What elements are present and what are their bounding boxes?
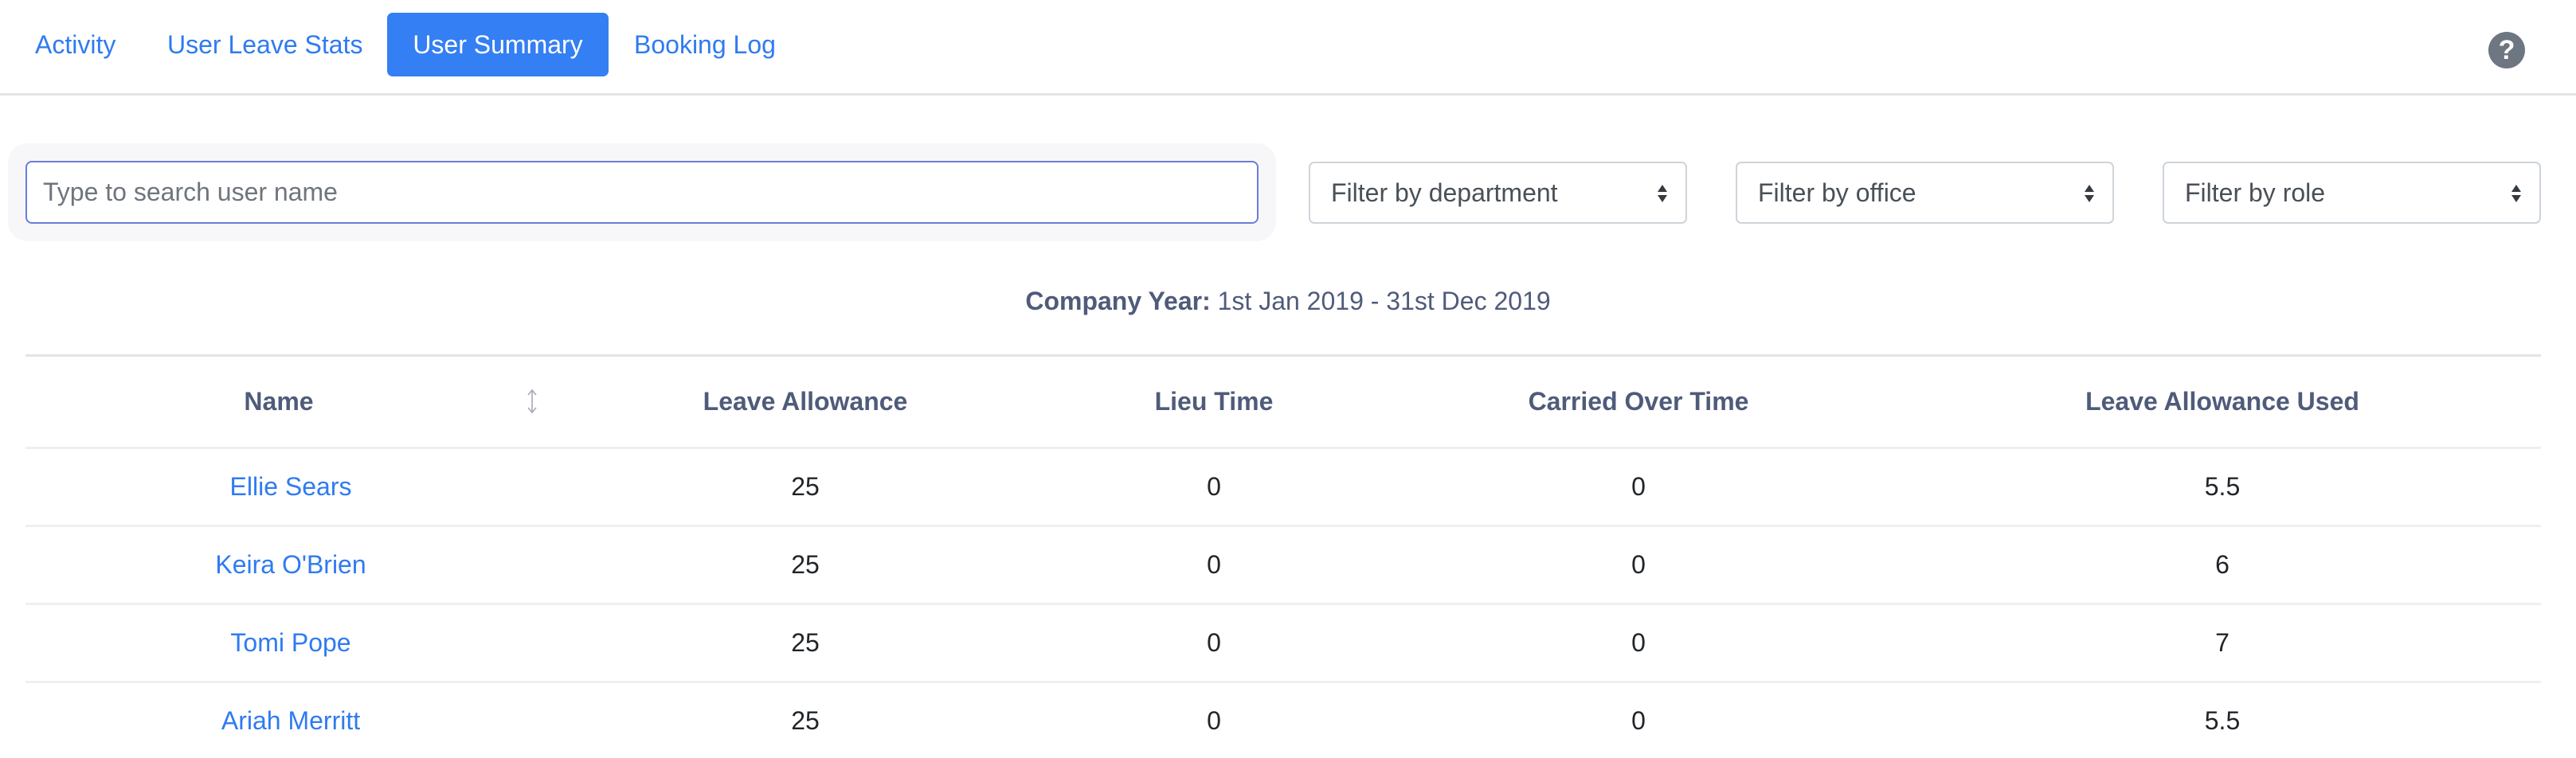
table-row: Ellie Sears 25 0 0 5.5 [25, 449, 2541, 527]
tab-booking-log[interactable]: Booking Log [634, 13, 776, 76]
user-name-link[interactable]: Tomi Pope [230, 605, 350, 681]
header-leave-allowance: Leave Allowance [703, 387, 908, 416]
department-filter-select[interactable]: Filter by department [1309, 162, 1687, 224]
company-year-label: Company Year: [1025, 287, 1211, 315]
leave-allowance-used-cell: 7 [2215, 628, 2230, 657]
role-filter-select[interactable]: Filter by role [2163, 162, 2541, 224]
top-nav: Activity User Leave Stats User Summary B… [0, 0, 2576, 96]
leave-allowance-cell: 25 [791, 550, 820, 579]
office-filter-label: Filter by office [1758, 178, 1916, 207]
company-year: Company Year: 1st Jan 2019 - 31st Dec 20… [0, 287, 2576, 316]
help-icon[interactable]: ? [2488, 32, 2525, 68]
role-filter-label: Filter by role [2185, 178, 2326, 207]
lieu-time-cell: 0 [1207, 706, 1221, 735]
select-arrows-icon [2511, 184, 2522, 203]
tab-activity[interactable]: Activity [35, 13, 115, 76]
leave-allowance-used-cell: 5.5 [2204, 706, 2241, 735]
leave-allowance-used-cell: 5.5 [2204, 472, 2241, 501]
select-arrows-icon [2084, 184, 2095, 203]
user-summary-page: Activity User Leave Stats User Summary B… [0, 0, 2576, 758]
search-input[interactable] [27, 162, 1257, 222]
leave-allowance-cell: 25 [791, 472, 820, 501]
select-arrows-icon [1657, 184, 1668, 203]
company-year-value: 1st Jan 2019 - 31st Dec 2019 [1217, 287, 1551, 315]
leave-allowance-cell: 25 [791, 706, 820, 735]
lieu-time-cell: 0 [1207, 628, 1221, 657]
carried-over-time-cell: 0 [1631, 628, 1646, 657]
department-filter-label: Filter by department [1331, 178, 1558, 207]
carried-over-time-cell: 0 [1631, 706, 1646, 735]
user-summary-table: Name Leave Allowance Lieu Time Carried O… [25, 354, 2541, 758]
search-field [25, 161, 1259, 224]
table-row: Tomi Pope 25 0 0 7 [25, 605, 2541, 683]
carried-over-time-cell: 0 [1631, 550, 1646, 579]
table-row: Keira O'Brien 25 0 0 6 [25, 527, 2541, 605]
leave-allowance-used-cell: 6 [2215, 550, 2230, 579]
table-row: Ariah Merritt 25 0 0 5.5 [25, 683, 2541, 758]
lieu-time-cell: 0 [1207, 472, 1221, 501]
carried-over-time-cell: 0 [1631, 472, 1646, 501]
header-carried-over-time: Carried Over Time [1528, 387, 1749, 416]
tab-user-summary[interactable]: User Summary [387, 13, 609, 76]
table-header: Name Leave Allowance Lieu Time Carried O… [25, 357, 2541, 449]
header-leave-allowance-used: Leave Allowance Used [2085, 387, 2359, 416]
lieu-time-cell: 0 [1207, 550, 1221, 579]
header-name[interactable]: Name [244, 357, 313, 447]
user-name-link[interactable]: Ariah Merritt [221, 683, 360, 758]
office-filter-select[interactable]: Filter by office [1736, 162, 2114, 224]
user-name-link[interactable]: Keira O'Brien [215, 527, 366, 603]
user-name-link[interactable]: Ellie Sears [230, 449, 352, 525]
tab-user-leave-stats[interactable]: User Leave Stats [167, 13, 362, 76]
leave-allowance-cell: 25 [791, 628, 820, 657]
header-lieu-time: Lieu Time [1154, 387, 1274, 416]
sort-icon[interactable] [526, 389, 538, 414]
